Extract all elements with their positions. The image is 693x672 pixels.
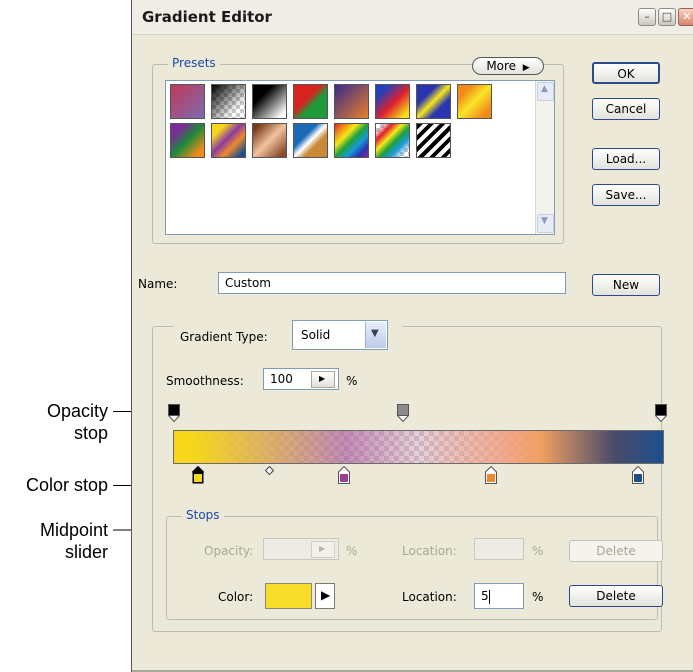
- preset-red-green-icon[interactable]: [293, 84, 328, 119]
- callout-midpoint-line1: Midpoint: [39, 520, 108, 540]
- color-stop-yellow[interactable]: [192, 466, 204, 484]
- preset-yellow-violet-orange-blue-icon[interactable]: [211, 123, 246, 158]
- stops-color-label: Color:: [218, 590, 254, 604]
- midpoint-diamond[interactable]: [265, 466, 274, 475]
- callout-opacity-stop-line1: Opacity: [46, 401, 108, 421]
- stops-opacity-unit: %: [346, 544, 358, 558]
- smoothness-value: 100: [270, 372, 293, 386]
- color-stop-yellow-fill: [194, 474, 202, 482]
- preset-blue-red-yellow-icon[interactable]: [375, 84, 410, 119]
- preset-violet-orange-icon[interactable]: [334, 84, 369, 119]
- preset-blue-yellow-blue-icon[interactable]: [416, 84, 451, 119]
- preset-transparent-checker-icon[interactable]: [211, 84, 246, 119]
- delete-opacity-stop-button: Delete: [569, 540, 663, 562]
- scroll-up-icon: ▲: [541, 84, 548, 94]
- smoothness-unit: %: [346, 374, 358, 388]
- preset-black-white-icon[interactable]: [252, 84, 287, 119]
- gradient-type-dropdown-button[interactable]: ▼: [365, 322, 386, 348]
- preset-violet-green-orange-icon[interactable]: [170, 123, 205, 158]
- save-button[interactable]: Save...: [592, 184, 660, 206]
- opacity-stop-middle[interactable]: [397, 404, 409, 422]
- more-button[interactable]: More ▶: [472, 57, 544, 75]
- opacity-stop-right[interactable]: [655, 404, 667, 422]
- slider-arrow-icon: ▶: [319, 374, 326, 383]
- minimize-button[interactable]: –: [638, 8, 656, 26]
- scroll-down-button[interactable]: ▼: [537, 214, 554, 233]
- close-icon: ✕: [682, 10, 692, 23]
- presets-legend: Presets: [168, 56, 220, 70]
- stops-location-unit-bottom: %: [532, 590, 544, 604]
- opacity-slider-arrow-icon: ▶: [319, 544, 326, 553]
- name-label: Name:: [138, 277, 178, 291]
- stops-color-swatch[interactable]: [265, 583, 312, 609]
- gradient-type-select[interactable]: Solid ▼: [292, 320, 388, 350]
- color-stop-violet[interactable]: [338, 466, 350, 484]
- color-menu-arrow-icon: ▶: [321, 588, 331, 602]
- smoothness-slider-button[interactable]: ▶: [311, 371, 335, 388]
- cancel-button[interactable]: Cancel: [592, 98, 660, 120]
- ok-button[interactable]: OK: [592, 62, 660, 84]
- callout-midpoint-slider: Midpoint slider: [18, 519, 108, 563]
- callout-midpoint-line2: slider: [64, 542, 108, 562]
- preset-copper-icon[interactable]: [252, 123, 287, 158]
- presets-scrollbar[interactable]: ▲ ▼: [535, 81, 554, 234]
- preset-spectrum-icon[interactable]: [334, 123, 369, 158]
- delete-color-stop-button[interactable]: Delete: [569, 585, 663, 607]
- stops-location-label-bottom: Location:: [402, 590, 457, 604]
- callout-color-stop: Color stop: [25, 475, 108, 495]
- color-stop-blue[interactable]: [632, 466, 644, 484]
- preset-transparent-stripes-icon[interactable]: [416, 123, 451, 158]
- preset-foreground-to-background-icon[interactable]: [170, 84, 205, 119]
- name-input[interactable]: Custom: [218, 272, 566, 294]
- scroll-down-icon: ▼: [541, 216, 548, 226]
- load-button[interactable]: Load...: [592, 148, 660, 170]
- new-button[interactable]: New: [592, 274, 660, 296]
- gradient-editor-dialog: Gradient Editor – □ ✕ Presets More ▶ ▲ ▼…: [131, 0, 693, 672]
- stops-legend: Stops: [182, 508, 224, 522]
- stops-location-input-bottom[interactable]: 5: [474, 583, 524, 609]
- callout-opacity-stop-line2: stop: [73, 423, 108, 443]
- gradient-preview-bar[interactable]: [173, 430, 664, 464]
- smoothness-label: Smoothness:: [166, 374, 244, 388]
- text-cursor: [488, 589, 490, 604]
- maximize-icon: □: [661, 10, 673, 23]
- maximize-button[interactable]: □: [658, 8, 676, 26]
- dialog-title: Gradient Editor: [142, 8, 272, 26]
- preset-orange-yellow-orange-icon[interactable]: [457, 84, 492, 119]
- opacity-stop-left[interactable]: [168, 404, 180, 422]
- chevron-down-icon: ▼: [371, 328, 379, 339]
- more-arrow-icon: ▶: [519, 63, 530, 73]
- minimize-icon: –: [644, 10, 650, 23]
- close-button[interactable]: ✕: [678, 8, 693, 26]
- preset-chrome-icon[interactable]: [293, 123, 328, 158]
- title-bar[interactable]: Gradient Editor – □ ✕: [132, 0, 693, 35]
- gradient-type-label: Gradient Type:: [180, 330, 268, 344]
- stops-location-input-top: [474, 538, 524, 560]
- gradient-type-value: Solid: [301, 328, 331, 342]
- stops-color-menu-button[interactable]: ▶: [315, 583, 335, 609]
- scroll-up-button[interactable]: ▲: [537, 82, 554, 101]
- stops-location-label-top: Location:: [402, 544, 457, 558]
- stops-location-unit-top: %: [532, 544, 544, 558]
- more-label: More: [486, 59, 517, 73]
- stops-opacity-label: Opacity:: [204, 544, 254, 558]
- callout-opacity-stop: Opacity stop: [18, 400, 108, 444]
- preset-transparent-rainbow-icon[interactable]: [375, 123, 410, 158]
- color-stop-orange[interactable]: [485, 466, 497, 484]
- stops-location-value: 5: [481, 589, 489, 603]
- stops-opacity-slider-button: ▶: [311, 541, 335, 558]
